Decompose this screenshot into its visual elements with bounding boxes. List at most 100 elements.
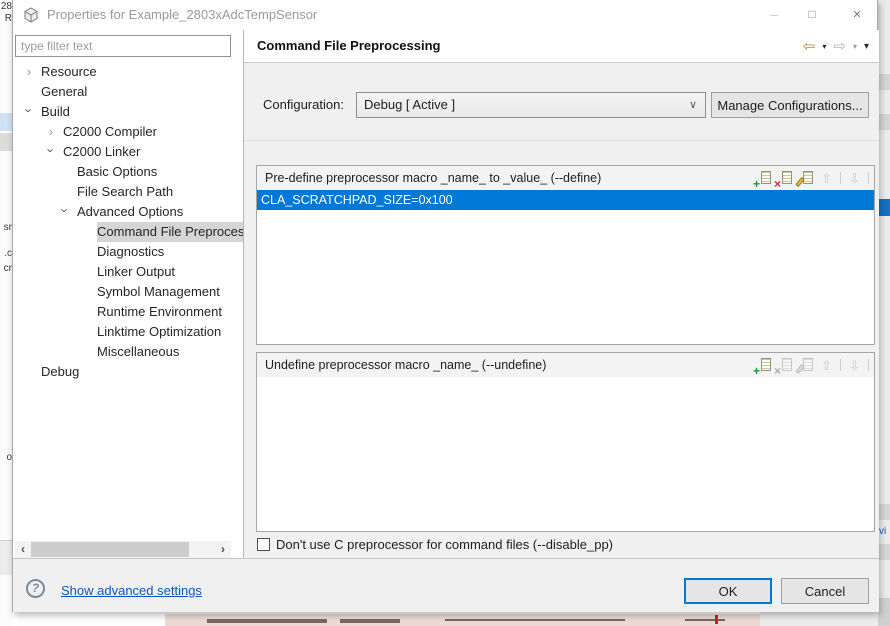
document-glyph [761, 358, 771, 371]
undefine-macro-group: Undefine preprocessor macro _name_ (--un… [256, 352, 875, 532]
dialog-titlebar[interactable]: Properties for Example_2803xAdcTempSenso… [13, 0, 877, 30]
edit-icon[interactable] [798, 171, 813, 186]
tree-item-linktime-optimization[interactable]: Linktime Optimization [13, 322, 243, 342]
move-up-glyph: ⇧ [819, 358, 834, 373]
configuration-select[interactable]: Debug [ Active ] ∨ [356, 92, 706, 118]
move-down-glyph: ⇩ [847, 358, 862, 373]
history-nav-group: ⇦ ▾ ⇨ ▾ ▾ [803, 30, 869, 62]
edit-icon[interactable] [798, 358, 813, 373]
show-advanced-settings-link[interactable]: Show advanced settings [61, 583, 202, 598]
help-icon[interactable]: ? [26, 579, 45, 598]
tree-item-resource[interactable]: ›Resource [13, 62, 243, 82]
chevron-collapsed-icon[interactable]: › [45, 124, 57, 139]
delete-icon[interactable]: × [777, 358, 792, 373]
scrollbar-thumb[interactable] [31, 542, 189, 557]
predefine-toolbar: + × ⇧ ⇩ [756, 171, 874, 186]
bg-band [760, 612, 878, 626]
close-icon[interactable]: × [842, 0, 872, 29]
chevron-expanded-icon[interactable]: › [44, 145, 59, 157]
maximize-icon[interactable]: □ [797, 0, 827, 29]
tree-item-symbol-management[interactable]: Symbol Management [13, 282, 243, 302]
move-up-icon[interactable]: ⇧ [819, 171, 834, 186]
tree-item-label: Symbol Management [97, 282, 220, 302]
tree-item-build[interactable]: ›Build [13, 102, 243, 122]
tree-item-miscellaneous[interactable]: Miscellaneous [13, 342, 243, 362]
chevron-down-icon: ∨ [689, 93, 697, 117]
bg-band [878, 504, 890, 520]
bg-code-smudge [685, 619, 725, 621]
bg-code-smudge [445, 619, 625, 621]
chevron-collapsed-icon[interactable]: › [23, 64, 35, 79]
tree-item-c2000-compiler[interactable]: ›C2000 Compiler [13, 122, 243, 142]
add-icon[interactable]: + [756, 171, 771, 186]
forward-dropdown-icon[interactable]: ▾ [853, 42, 857, 51]
forward-icon[interactable]: ⇨ [833, 39, 846, 54]
configuration-separator [244, 140, 879, 141]
move-up-icon[interactable]: ⇧ [819, 358, 834, 373]
bg-band [878, 114, 890, 130]
bg-error-marker [715, 615, 718, 624]
background-app-right-edge: vi [878, 0, 890, 626]
minimize-icon[interactable]: – [759, 0, 789, 29]
tree-item-label: Diagnostics [97, 242, 164, 262]
tree-item-advanced-options[interactable]: › Advanced Options [13, 202, 243, 222]
bg-selection-band [0, 113, 12, 131]
bg-text-fragment: cr [4, 263, 12, 274]
undefine-toolbar: + × ⇧ ⇩ [756, 358, 874, 373]
tree-item-basic-options[interactable]: Basic Options [13, 162, 243, 182]
tree-item-c2000-linker[interactable]: ›C2000 Linker [13, 142, 243, 162]
disable-pp-label: Don't use C preprocessor for command fil… [276, 537, 613, 552]
tree-item-linker-output[interactable]: Linker Output [13, 262, 243, 282]
configuration-value: Debug [ Active ] [364, 97, 455, 112]
tree-item-file-search-path[interactable]: File Search Path [13, 182, 243, 202]
filter-input[interactable] [15, 35, 231, 57]
document-glyph [782, 358, 792, 371]
macro-list-item[interactable]: CLA_SCRATCHPAD_SIZE=0x100 [257, 190, 874, 210]
scroll-right-icon[interactable]: › [215, 541, 231, 558]
toolbar-separator [840, 172, 841, 184]
bg-band [878, 544, 890, 560]
manage-configurations-button[interactable]: Manage Configurations... [711, 92, 869, 118]
move-down-icon[interactable]: ⇩ [847, 171, 862, 186]
bg-band [878, 598, 890, 626]
disable-pp-checkbox[interactable] [257, 538, 270, 551]
bg-text-fragment: sr [4, 222, 12, 233]
tree-horizontal-scrollbar[interactable]: ‹ › [15, 541, 231, 558]
settings-page-header: Command File Preprocessing ⇦ ▾ ⇨ ▾ ▾ [244, 30, 879, 63]
tree-item-command-file-preprocessing[interactable]: Command File Preprocessing [13, 222, 243, 242]
tree-item-diagnostics[interactable]: Diagnostics [13, 242, 243, 262]
chevron-expanded-icon[interactable]: › [22, 105, 37, 117]
ok-button[interactable]: OK [684, 578, 772, 604]
predefine-macro-list: CLA_SCRATCHPAD_SIZE=0x100 [257, 190, 874, 344]
tree-item-label: Debug [41, 362, 79, 382]
bg-code-smudge [340, 619, 400, 623]
document-glyph [782, 171, 792, 184]
back-dropdown-icon[interactable]: ▾ [822, 42, 826, 51]
delete-icon[interactable]: × [777, 171, 792, 186]
tree-item-label: Advanced Options [77, 202, 183, 222]
add-icon[interactable]: + [756, 358, 771, 373]
toolbar-separator [868, 172, 869, 184]
move-up-glyph: ⇧ [819, 171, 834, 186]
disable-pp-checkbox-row[interactable]: Don't use C preprocessor for command fil… [257, 537, 613, 552]
scroll-left-icon[interactable]: ‹ [15, 541, 31, 558]
tree-item-debug[interactable]: Debug [13, 362, 243, 382]
view-menu-icon[interactable]: ▾ [864, 41, 869, 52]
bg-band [878, 74, 890, 90]
undefine-macro-list [257, 377, 874, 531]
bg-band [0, 540, 12, 575]
tree-item-runtime-environment[interactable]: Runtime Environment [13, 302, 243, 322]
back-icon[interactable]: ⇦ [803, 39, 816, 54]
undefine-group-title: Undefine preprocessor macro _name_ (--un… [257, 358, 546, 372]
tree-item-label: File Search Path [77, 182, 173, 202]
bg-highlighted-code-line [165, 614, 760, 626]
predefine-group-title: Pre-define preprocessor macro _name_ to … [257, 171, 601, 185]
tree-item-general[interactable]: General [13, 82, 243, 102]
window-title: Properties for Example_2803xAdcTempSenso… [47, 0, 317, 30]
move-down-icon[interactable]: ⇩ [847, 358, 862, 373]
tree-item-label: Runtime Environment [97, 302, 222, 322]
bg-selection-band [878, 199, 890, 216]
cancel-button[interactable]: Cancel [781, 578, 869, 604]
properties-dialog: Properties for Example_2803xAdcTempSenso… [12, 0, 878, 612]
chevron-expanded-icon[interactable]: › [58, 205, 73, 217]
